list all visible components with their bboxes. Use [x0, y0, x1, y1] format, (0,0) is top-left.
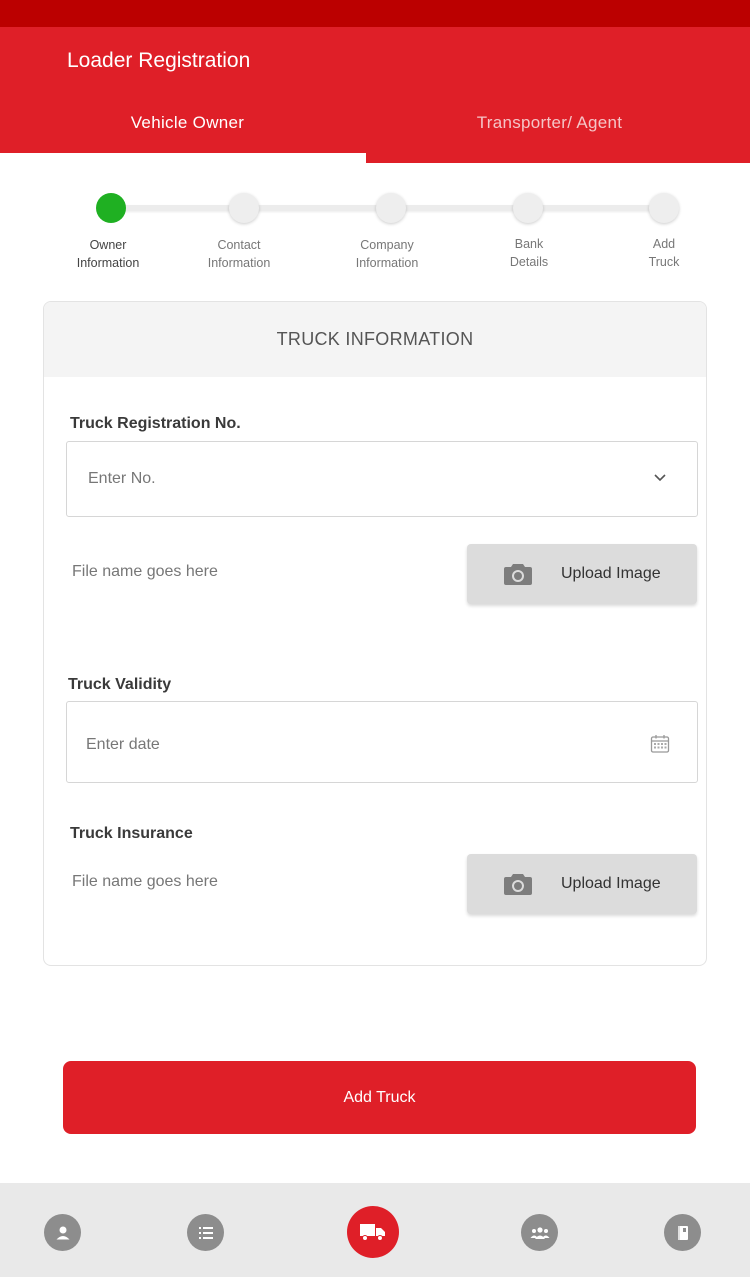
page-title: Loader Registration — [67, 49, 251, 72]
step-label-add-truck: Add Truck — [609, 235, 719, 271]
validity-date-field[interactable]: Enter date — [66, 701, 698, 783]
validity-placeholder: Enter date — [86, 736, 160, 753]
step-dot-add-truck[interactable] — [649, 193, 679, 223]
book-icon — [677, 1225, 688, 1240]
group-icon — [530, 1226, 549, 1239]
bottom-navigation — [0, 1183, 750, 1277]
registration-label: Truck Registration No. — [70, 415, 241, 432]
step-label-line: Information — [355, 256, 419, 270]
step-label-line: Details — [509, 255, 549, 269]
upload-button-label: Upload Image — [561, 875, 661, 892]
nav-truck-button[interactable] — [347, 1206, 399, 1258]
step-label-contact: Contact Information — [184, 236, 294, 272]
upload-button-label: Upload Image — [561, 565, 661, 582]
registration-placeholder: Enter No. — [88, 470, 156, 487]
step-dot-contact[interactable] — [229, 193, 259, 223]
person-icon — [56, 1226, 69, 1239]
step-label-bank: Bank Details — [474, 235, 584, 271]
list-icon — [198, 1226, 213, 1239]
step-label-line: Truck — [648, 255, 680, 269]
app-bar: Loader Registration Vehicle Owner Transp… — [0, 27, 750, 153]
tab-vehicle-owner[interactable]: Vehicle Owner — [0, 113, 375, 133]
insurance-label: Truck Insurance — [70, 825, 193, 842]
registration-stepper: Owner Information Contact Information Co… — [0, 180, 750, 280]
camera-icon — [504, 564, 532, 585]
step-label-line: Add — [652, 237, 676, 251]
step-label-line: Information — [76, 256, 140, 270]
nav-list-button[interactable] — [187, 1214, 224, 1251]
step-label-line: Owner — [89, 238, 127, 252]
nav-book-button[interactable] — [664, 1214, 701, 1251]
insurance-upload-button[interactable]: Upload Image — [467, 854, 697, 914]
calendar-icon[interactable] — [650, 734, 670, 754]
registration-select[interactable]: Enter No. — [66, 441, 698, 517]
step-dot-company[interactable] — [376, 193, 406, 223]
step-dot-bank[interactable] — [513, 193, 543, 223]
status-bar — [0, 0, 750, 27]
truck-information-card: TRUCK INFORMATION Truck Registration No.… — [43, 301, 707, 966]
step-label-line: Contact — [217, 238, 261, 252]
registration-upload-button[interactable]: Upload Image — [467, 544, 697, 604]
step-label-owner: Owner Information — [53, 236, 163, 272]
nav-group-button[interactable] — [521, 1214, 558, 1251]
step-dot-owner[interactable] — [96, 193, 126, 223]
validity-label: Truck Validity — [68, 676, 172, 693]
registration-file-name: File name goes here — [72, 563, 218, 580]
tab-transporter-agent[interactable]: Transporter/ Agent — [362, 113, 737, 133]
truck-icon — [360, 1224, 385, 1241]
step-label-line: Bank — [514, 237, 544, 251]
nav-profile-button[interactable] — [44, 1214, 81, 1251]
camera-icon — [504, 874, 532, 895]
step-label-line: Information — [207, 256, 271, 270]
chevron-down-icon — [654, 474, 666, 482]
step-label-company: Company Information — [332, 236, 442, 272]
insurance-file-name: File name goes here — [72, 873, 218, 890]
step-label-line: Company — [360, 238, 414, 252]
tab-indicator — [366, 153, 750, 163]
add-truck-button[interactable]: Add Truck — [63, 1061, 696, 1134]
card-title: TRUCK INFORMATION — [44, 302, 706, 377]
